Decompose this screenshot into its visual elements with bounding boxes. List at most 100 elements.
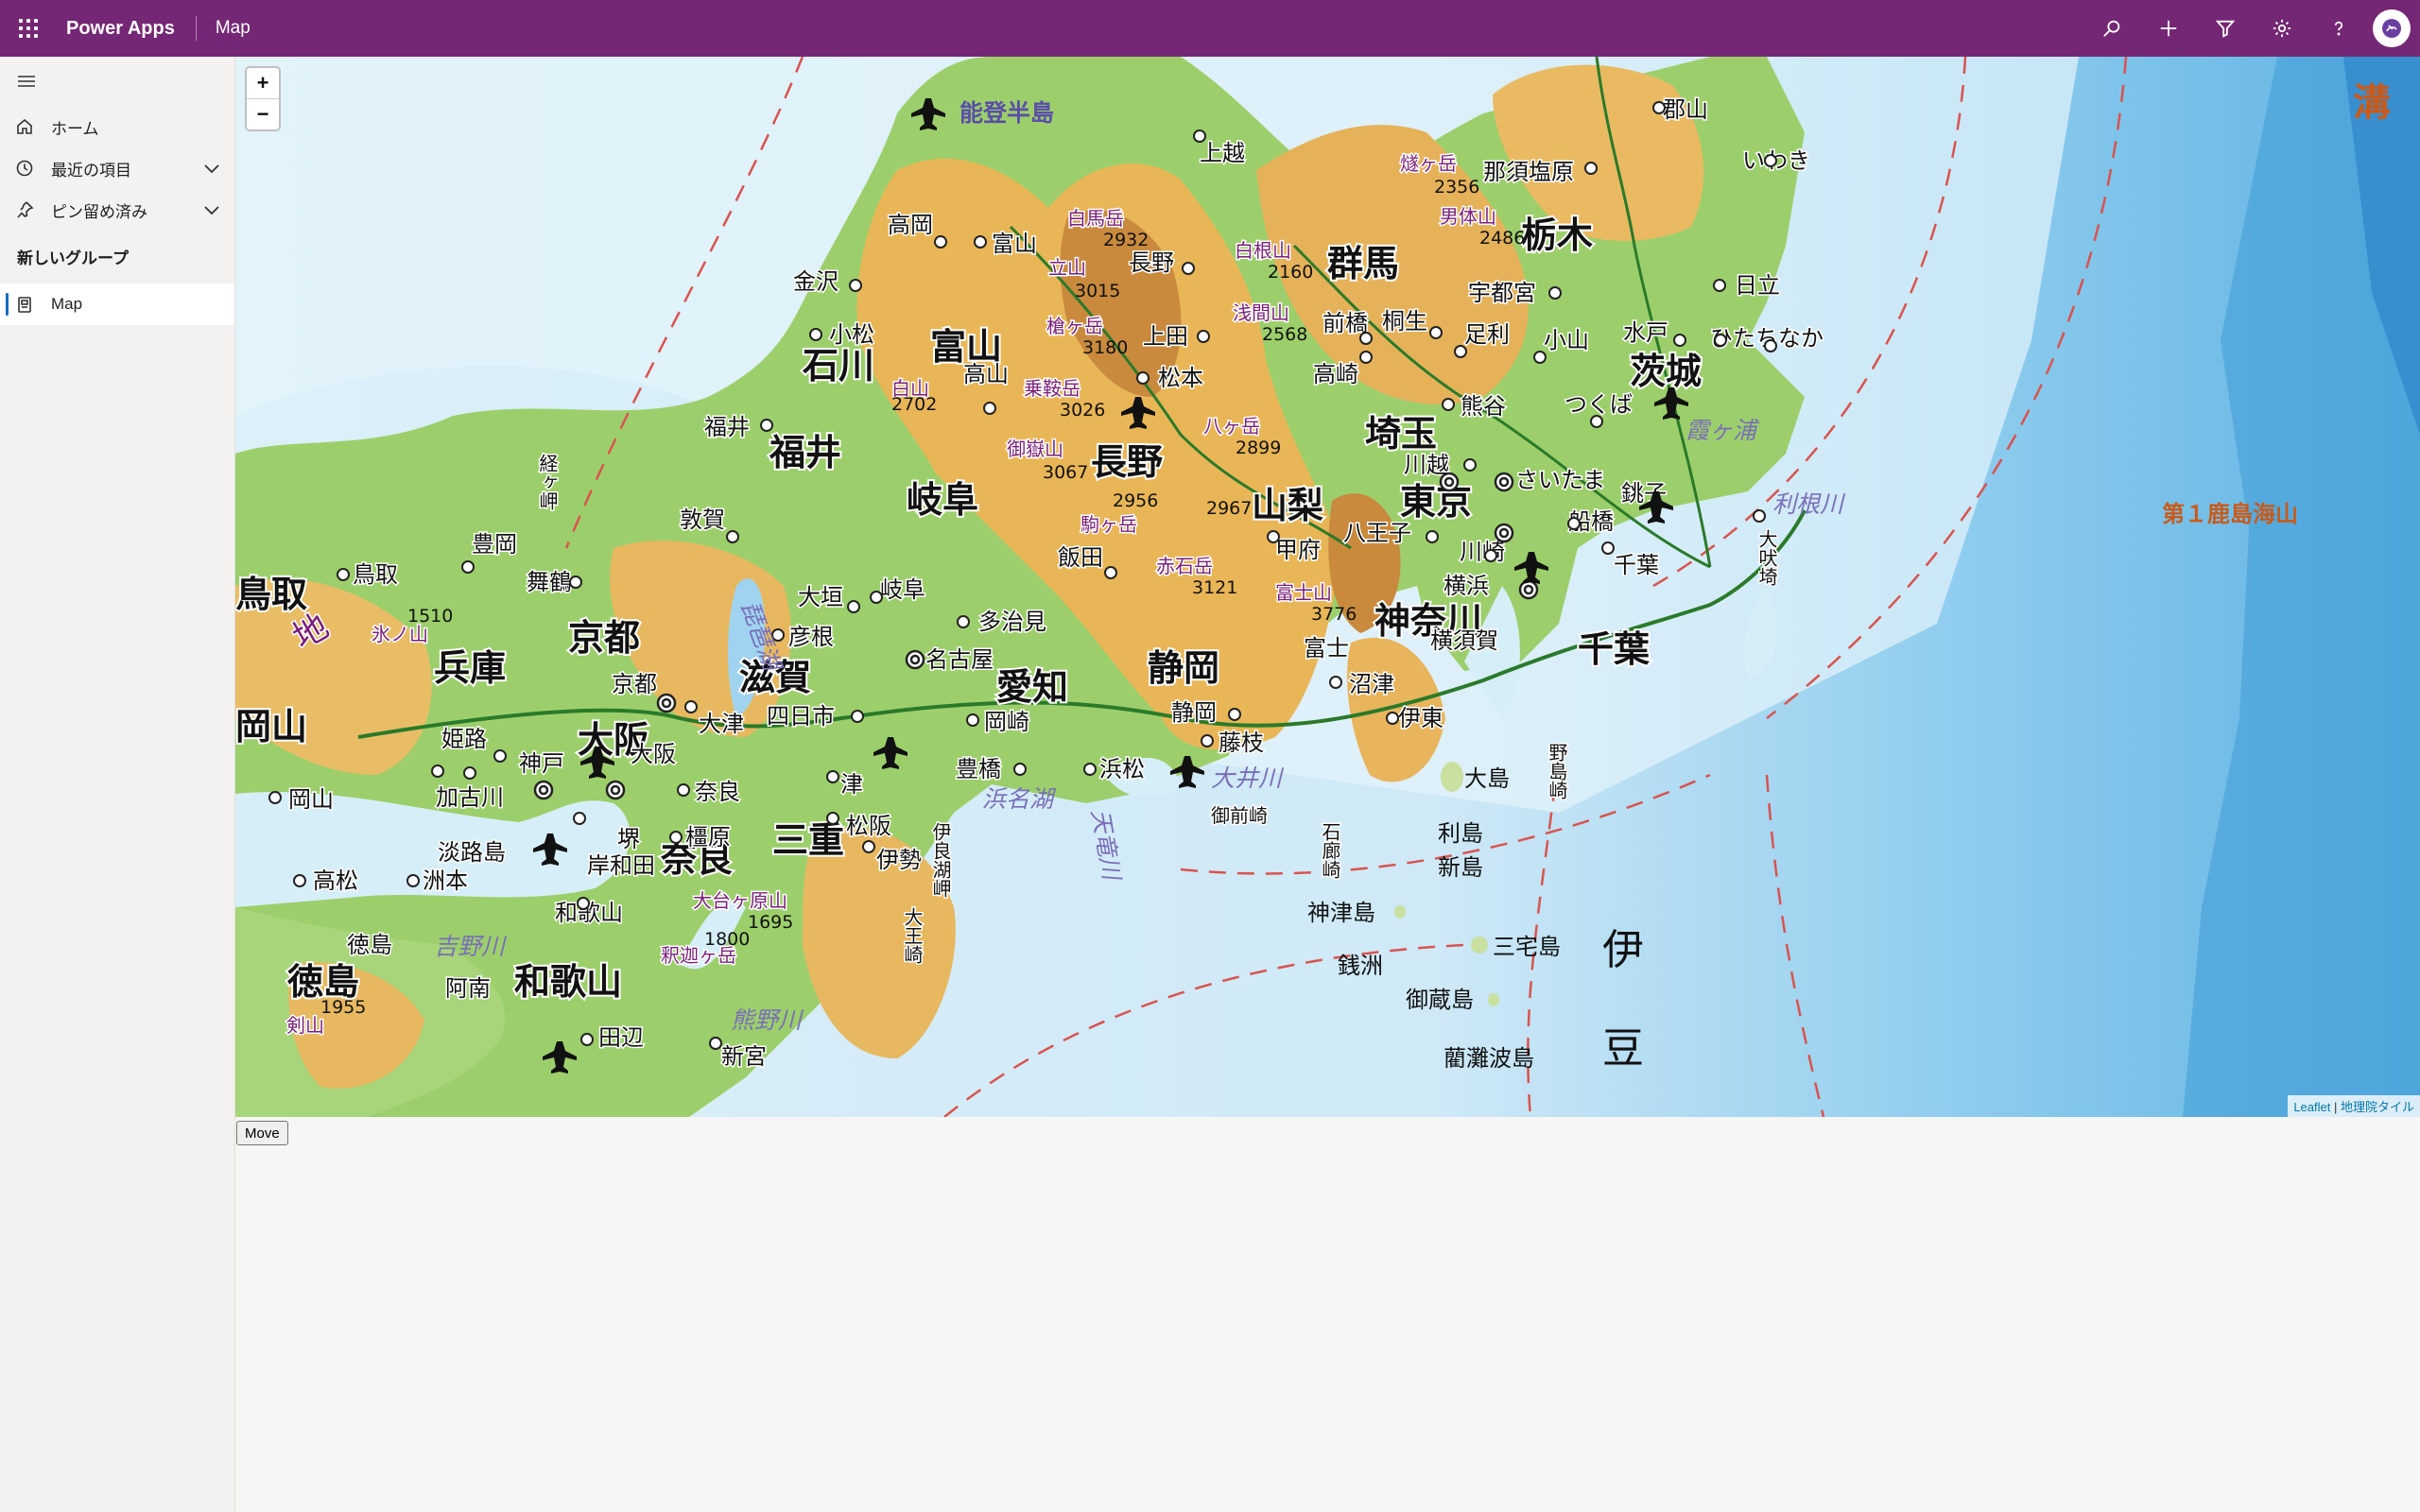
elevation-label: 3776 xyxy=(1311,604,1357,625)
mountain-label: 白馬岳 xyxy=(1067,207,1124,230)
map-container[interactable]: 富山 石川 福井 岐阜 長野 群馬 栃木 茨城 埼玉 山梨 東京 神奈川 千葉 … xyxy=(235,57,2420,1117)
sidebar-item-label: Map xyxy=(51,295,83,313)
zoom-out-button[interactable]: − xyxy=(247,98,279,129)
mountain-label: 剣山 xyxy=(286,1014,324,1037)
cape-label: 大王崎 xyxy=(901,907,924,964)
city-label: 長野 xyxy=(1129,249,1174,276)
pref-label: 群馬 xyxy=(1327,243,1399,284)
pref-label: 長野 xyxy=(1091,441,1163,483)
city-label: 加古川 xyxy=(436,784,504,811)
sidebar-item-map[interactable]: Map xyxy=(0,284,234,325)
city-label: 豊橋 xyxy=(956,756,1001,782)
elevation-label: 2956 xyxy=(1113,490,1158,511)
city-label: 岡崎 xyxy=(984,709,1029,735)
pref-label: 京都 xyxy=(568,617,640,659)
city-label: 名古屋 xyxy=(925,646,994,673)
city-label: 富山 xyxy=(992,231,1037,257)
river-label: 吉野川 xyxy=(434,933,508,960)
cape-label: 経ヶ岬 xyxy=(536,454,559,510)
cape-label: 石廊崎 xyxy=(1319,822,1341,879)
title-divider xyxy=(195,16,197,41)
top-bar: Power Apps Map xyxy=(0,0,2420,57)
city-label: 桐生 xyxy=(1382,308,1427,335)
sidebar-item-home[interactable]: ホーム xyxy=(0,106,234,147)
city-label: 豊岡 xyxy=(472,531,517,558)
sidebar-item-pinned[interactable]: ピン留め済み xyxy=(0,189,234,231)
city-label: 彦根 xyxy=(788,624,834,650)
city-label: 日立 xyxy=(1735,272,1780,299)
pref-label: 和歌山 xyxy=(514,961,622,1003)
city-label: 川越 xyxy=(1404,452,1449,478)
city-label: 八王子 xyxy=(1343,520,1411,546)
city-label: 宇都宮 xyxy=(1468,280,1536,306)
canvas-area xyxy=(235,1117,2420,1512)
move-button[interactable]: Move xyxy=(236,1121,288,1145)
elevation-label: 2568 xyxy=(1262,324,1307,345)
mountain-label: 乗鞍岳 xyxy=(1024,377,1080,400)
filter-icon[interactable] xyxy=(2197,0,2254,57)
pref-label: 東京 xyxy=(1400,481,1472,523)
city-label: 沼津 xyxy=(1349,671,1394,697)
brand-title[interactable]: Power Apps xyxy=(66,18,175,40)
mountain-label: 御嶽山 xyxy=(1007,438,1063,460)
cape-label: 大吠埼 xyxy=(1755,529,1778,586)
plus-icon[interactable] xyxy=(2140,0,2197,57)
island-label: 利島 xyxy=(1438,820,1483,847)
sidebar-item-label: 最近の項目 xyxy=(51,161,131,180)
search-icon[interactable] xyxy=(2083,0,2140,57)
pin-icon xyxy=(15,200,34,219)
city-label: 阿南 xyxy=(445,975,491,1002)
elevation-label: 3026 xyxy=(1060,400,1105,421)
help-icon[interactable] xyxy=(2310,0,2367,57)
elevation-label: 1800 xyxy=(704,929,750,950)
pref-label: 山梨 xyxy=(1252,485,1323,526)
user-avatar[interactable] xyxy=(2373,9,2411,47)
mountain-label: 大台ヶ原山 xyxy=(693,889,787,912)
city-label: 横須賀 xyxy=(1430,627,1498,654)
city-label: 藤枝 xyxy=(1219,730,1264,756)
city-label: 岸和田 xyxy=(587,852,655,879)
city-label: 小山 xyxy=(1544,327,1589,353)
city-label: 松阪 xyxy=(846,813,891,839)
leaflet-link[interactable]: Leaflet xyxy=(2293,1100,2330,1114)
app-title: Map xyxy=(215,18,251,38)
hamburger-menu-icon[interactable] xyxy=(0,57,234,106)
sidebar-item-recent[interactable]: 最近の項目 xyxy=(0,147,234,189)
miyake-island xyxy=(1471,936,1488,954)
chevron-down-icon[interactable] xyxy=(202,200,221,219)
city-label: さいたま xyxy=(1515,467,1605,493)
lake-label: 霞ヶ浦 xyxy=(1685,417,1760,444)
city-label: 福井 xyxy=(704,414,750,440)
region-label: 豆 xyxy=(1602,1024,1644,1073)
zoom-in-button[interactable]: + xyxy=(247,68,279,98)
pref-label: 千葉 xyxy=(1578,628,1651,670)
city-label: 姫路 xyxy=(441,726,487,752)
elevation-label: 1510 xyxy=(407,606,453,627)
settings-icon[interactable] xyxy=(2254,0,2310,57)
oshima-island xyxy=(1441,762,1463,792)
pref-label: 三重 xyxy=(772,819,844,861)
city-label: 那須塩原 xyxy=(1483,159,1574,185)
river-label: 利根川 xyxy=(1772,490,1846,518)
pref-label: 岐阜 xyxy=(907,479,978,521)
city-label: 水戸 xyxy=(1623,319,1668,346)
city-label: 甲府 xyxy=(1275,537,1321,563)
pref-label: 静岡 xyxy=(1148,647,1219,689)
city-label: 岐阜 xyxy=(880,576,925,603)
river-label: 大井川 xyxy=(1211,765,1285,792)
chevron-down-icon[interactable] xyxy=(202,159,221,178)
city-label: 高松 xyxy=(313,868,358,894)
mountain-label: 駒ヶ岳 xyxy=(1080,513,1137,536)
pref-label: 兵庫 xyxy=(434,647,506,689)
elevation-label: 1695 xyxy=(748,912,793,933)
city-label: 富士 xyxy=(1304,635,1349,662)
map-tiles[interactable]: 富山 石川 福井 岐阜 長野 群馬 栃木 茨城 埼玉 山梨 東京 神奈川 千葉 … xyxy=(235,57,2420,1117)
elevation-label: 2967 xyxy=(1206,498,1252,519)
gsi-tiles-link[interactable]: 地理院タイル xyxy=(2341,1100,2414,1114)
city-label: 千葉 xyxy=(1614,552,1659,578)
home-icon xyxy=(15,117,34,136)
island-label: 御蔵島 xyxy=(1406,987,1474,1013)
app-launcher-waffle-icon[interactable] xyxy=(0,0,57,57)
city-label: 堺 xyxy=(617,826,640,852)
city-label: 新宮 xyxy=(721,1043,767,1070)
